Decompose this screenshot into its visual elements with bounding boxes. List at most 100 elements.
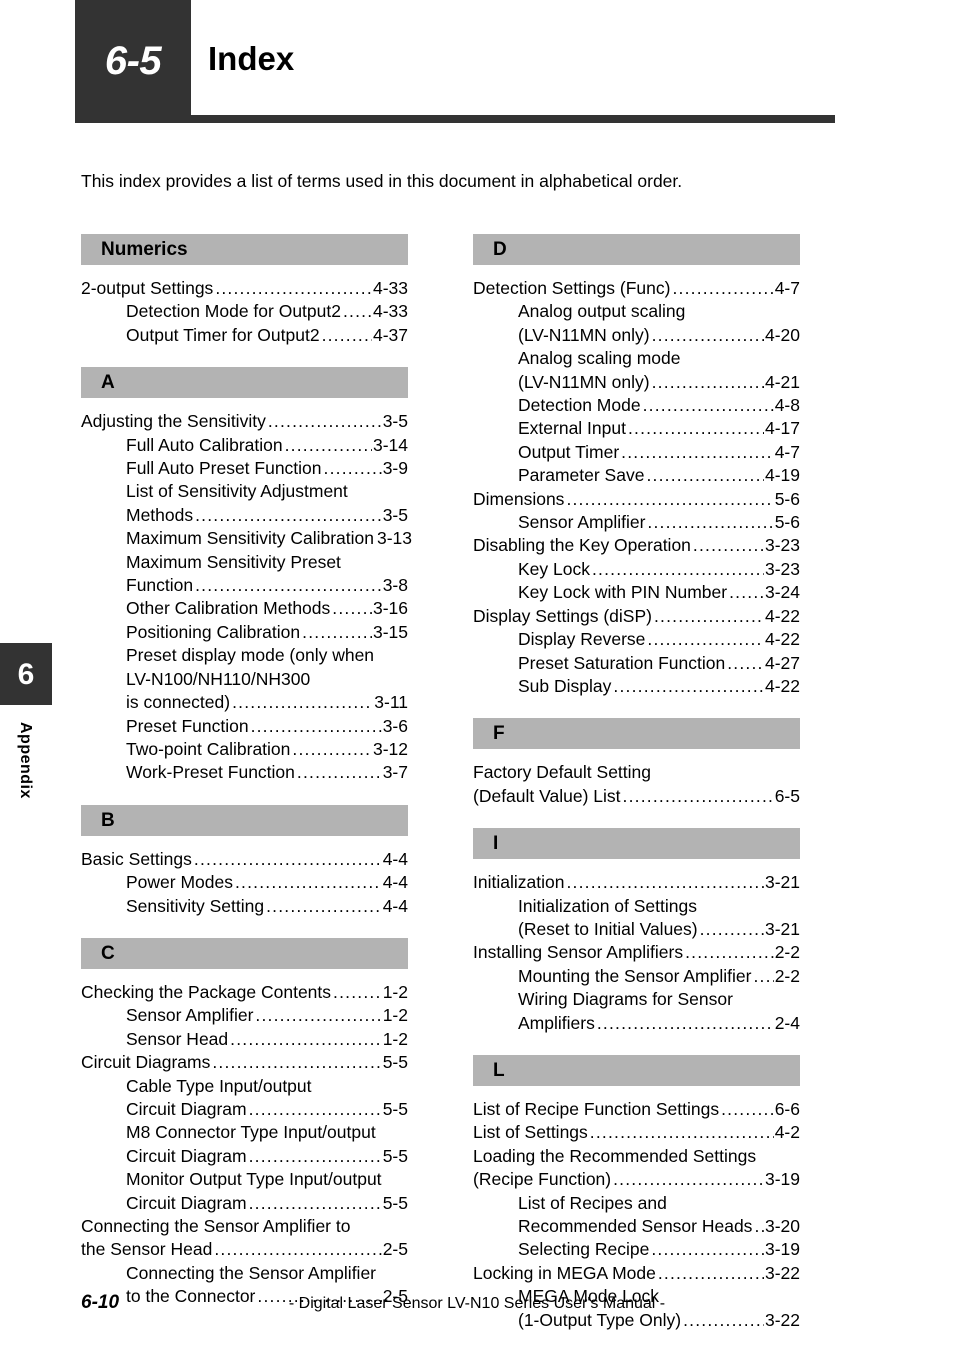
index-entry-page-number: 3-15 [372,621,408,642]
index-entry[interactable]: Detection Mode for Output2 4-33 [81,300,408,323]
letter-section-bar: I [473,828,800,860]
index-entry-leader-dots [195,574,382,597]
index-entry[interactable]: List of Recipe Function Settings 6-6 [473,1098,800,1121]
index-entry-list: Checking the Package Contents1-2Sensor A… [81,981,408,1309]
index-entry[interactable]: Output Timer for Output2 4-37 [81,324,408,347]
index-entry[interactable]: Sensor Amplifier 1-2 [81,1004,408,1027]
index-entry[interactable]: Maximum Sensitivity Preset [81,551,408,574]
index-entry-label: Amplifiers [518,1012,595,1033]
index-entry[interactable]: Preset Saturation Function 4-27 [473,652,800,675]
index-entry[interactable]: (Default Value) List 6-5 [473,785,800,808]
index-entry[interactable]: Display Reverse 4-22 [473,628,800,651]
index-entry[interactable]: List of Settings 4-2 [473,1121,800,1144]
index-entry-label: (Recipe Function) [473,1169,612,1190]
index-entry-page-number: 5-5 [382,1052,408,1073]
index-entry[interactable]: Initialization 3-21 [473,871,800,894]
letter-section-label: B [101,809,115,831]
index-entry[interactable]: Dimensions 5-6 [473,488,800,511]
index-entry-label: Preset Function [126,715,249,736]
index-entry-page-number: 4-7 [774,441,800,462]
index-entry-page-number: 2-2 [774,942,800,963]
index-entry[interactable]: Power Modes 4-4 [81,871,408,894]
index-entry[interactable]: Methods 3-5 [81,504,408,527]
index-entry-label: Sensor Head [126,1028,229,1049]
index-entry[interactable]: Analog scaling mode [473,347,800,370]
index-entry-leader-dots [324,457,382,480]
index-entry-label: List of Settings [473,1122,588,1143]
index-entry[interactable]: LV-N100/NH110/NH300 [81,668,408,691]
index-entry[interactable]: Circuit Diagram 5-5 [81,1145,408,1168]
index-entry[interactable]: Checking the Package Contents 1-2 [81,981,408,1004]
index-entry[interactable]: Connecting the Sensor Amplifier [81,1262,408,1285]
index-entry[interactable]: Full Auto Calibration 3-14 [81,434,408,457]
index-entry[interactable]: Display Settings (diSP) 4-22 [473,605,800,628]
index-entry[interactable]: Positioning Calibration 3-15 [81,621,408,644]
index-entry[interactable]: Maximum Sensitivity Calibration 3-13 [81,527,412,550]
index-entry[interactable]: Loading the Recommended Settings [473,1145,800,1168]
index-entry[interactable]: Factory Default Setting [473,761,800,784]
index-entry[interactable]: Function 3-8 [81,574,408,597]
index-entry[interactable]: Full Auto Preset Function 3-9 [81,457,408,480]
index-entry-label: (Reset to Initial Values) [518,918,698,939]
index-entry[interactable]: Monitor Output Type Input/output [81,1168,408,1191]
index-entry[interactable]: Parameter Save 4-19 [473,464,800,487]
index-entry[interactable]: 2-output Settings 4-33 [81,277,408,300]
index-entry[interactable]: Selecting Recipe 3-19 [473,1238,800,1261]
index-entry-page-number: 3-6 [382,715,408,736]
index-entry[interactable]: Recommended Sensor Heads 3-20 [473,1215,800,1238]
index-entry[interactable]: Circuit Diagrams 5-5 [81,1051,408,1074]
index-entry-page-number: 4-19 [764,465,800,486]
index-entry[interactable]: Mounting the Sensor Amplifier 2-2 [473,965,800,988]
index-entry-page-number: 4-33 [372,278,408,298]
index-entry[interactable]: M8 Connector Type Input/output [81,1121,408,1144]
index-entry[interactable]: External Input 4-17 [473,417,800,440]
index-entry[interactable]: Circuit Diagram 5-5 [81,1098,408,1121]
index-entry-page-number: 4-7 [774,278,800,298]
index-entry[interactable]: Detection Settings (Func) 4-7 [473,277,800,300]
index-entry-page-number: 4-21 [764,371,800,392]
index-entry[interactable]: Cable Type Input/output [81,1075,408,1098]
index-entry[interactable]: Two-point Calibration 3-12 [81,738,408,761]
index-entry[interactable]: Amplifiers 2-4 [473,1012,800,1035]
index-entry[interactable]: Circuit Diagram 5-5 [81,1192,408,1215]
index-entry-list: Factory Default Setting (Default Value) L… [473,761,800,808]
index-entry[interactable]: Sensor Head 1-2 [81,1028,408,1051]
index-entry[interactable]: Initialization of Settings [473,895,800,918]
index-entry[interactable]: Sensor Amplifier 5-6 [473,511,800,534]
index-entry[interactable]: Output Timer 4-7 [473,441,800,464]
index-entry[interactable]: List of Recipes and [473,1192,800,1215]
index-entry-label: Cable Type Input/output [126,1075,312,1096]
index-entry[interactable]: Connecting the Sensor Amplifier to [81,1215,408,1238]
index-entry[interactable]: (LV-N11MN only) 4-20 [473,324,800,347]
index-entry[interactable]: Sub Display 4-22 [473,675,800,698]
index-entry[interactable]: Other Calibration Methods 3-16 [81,597,408,620]
index-entry-page-number: 4-4 [382,872,408,893]
index-entry[interactable]: (Reset to Initial Values) 3-21 [473,918,800,941]
index-entry[interactable]: the Sensor Head 2-5 [81,1238,408,1261]
index-entry[interactable]: Detection Mode 4-8 [473,394,800,417]
index-entry[interactable]: Adjusting the Sensitivity 3-5 [81,410,408,433]
index-entry-leader-dots [266,895,382,918]
index-entry[interactable]: List of Sensitivity Adjustment [81,480,408,503]
index-entry[interactable]: Disabling the Key Operation 3-23 [473,534,800,557]
index-entry[interactable]: (Recipe Function) 3-19 [473,1168,800,1191]
index-entry-label: Sensor Amplifier [126,1005,254,1026]
index-entry-page-number: 3-8 [382,575,408,596]
index-entry[interactable]: Preset Function 3-6 [81,715,408,738]
index-entry[interactable]: Preset display mode (only when [81,644,408,667]
index-entry[interactable]: Wiring Diagrams for Sensor [473,988,800,1011]
index-entry[interactable]: Installing Sensor Amplifiers 2-2 [473,941,800,964]
index-entry[interactable]: Sensitivity Setting 4-4 [81,895,408,918]
index-entry[interactable]: Locking in MEGA Mode 3-22 [473,1262,800,1285]
index-entry[interactable]: is connected) 3-11 [81,691,408,714]
index-entry-label: Preset display mode (only when [126,645,375,666]
index-entry[interactable]: Basic Settings 4-4 [81,848,408,871]
index-entry[interactable]: Analog output scaling [473,300,800,323]
index-entry-page-number: 5-5 [382,1145,408,1166]
index-entry[interactable]: (LV-N11MN only) 4-21 [473,371,800,394]
index-entry-leader-dots [251,715,382,738]
index-entry-label: Output Timer [518,441,620,462]
index-entry[interactable]: Key Lock with PIN Number 3-24 [473,581,800,604]
index-entry[interactable]: Key Lock 3-23 [473,558,800,581]
index-entry[interactable]: Work-Preset Function 3-7 [81,761,408,784]
